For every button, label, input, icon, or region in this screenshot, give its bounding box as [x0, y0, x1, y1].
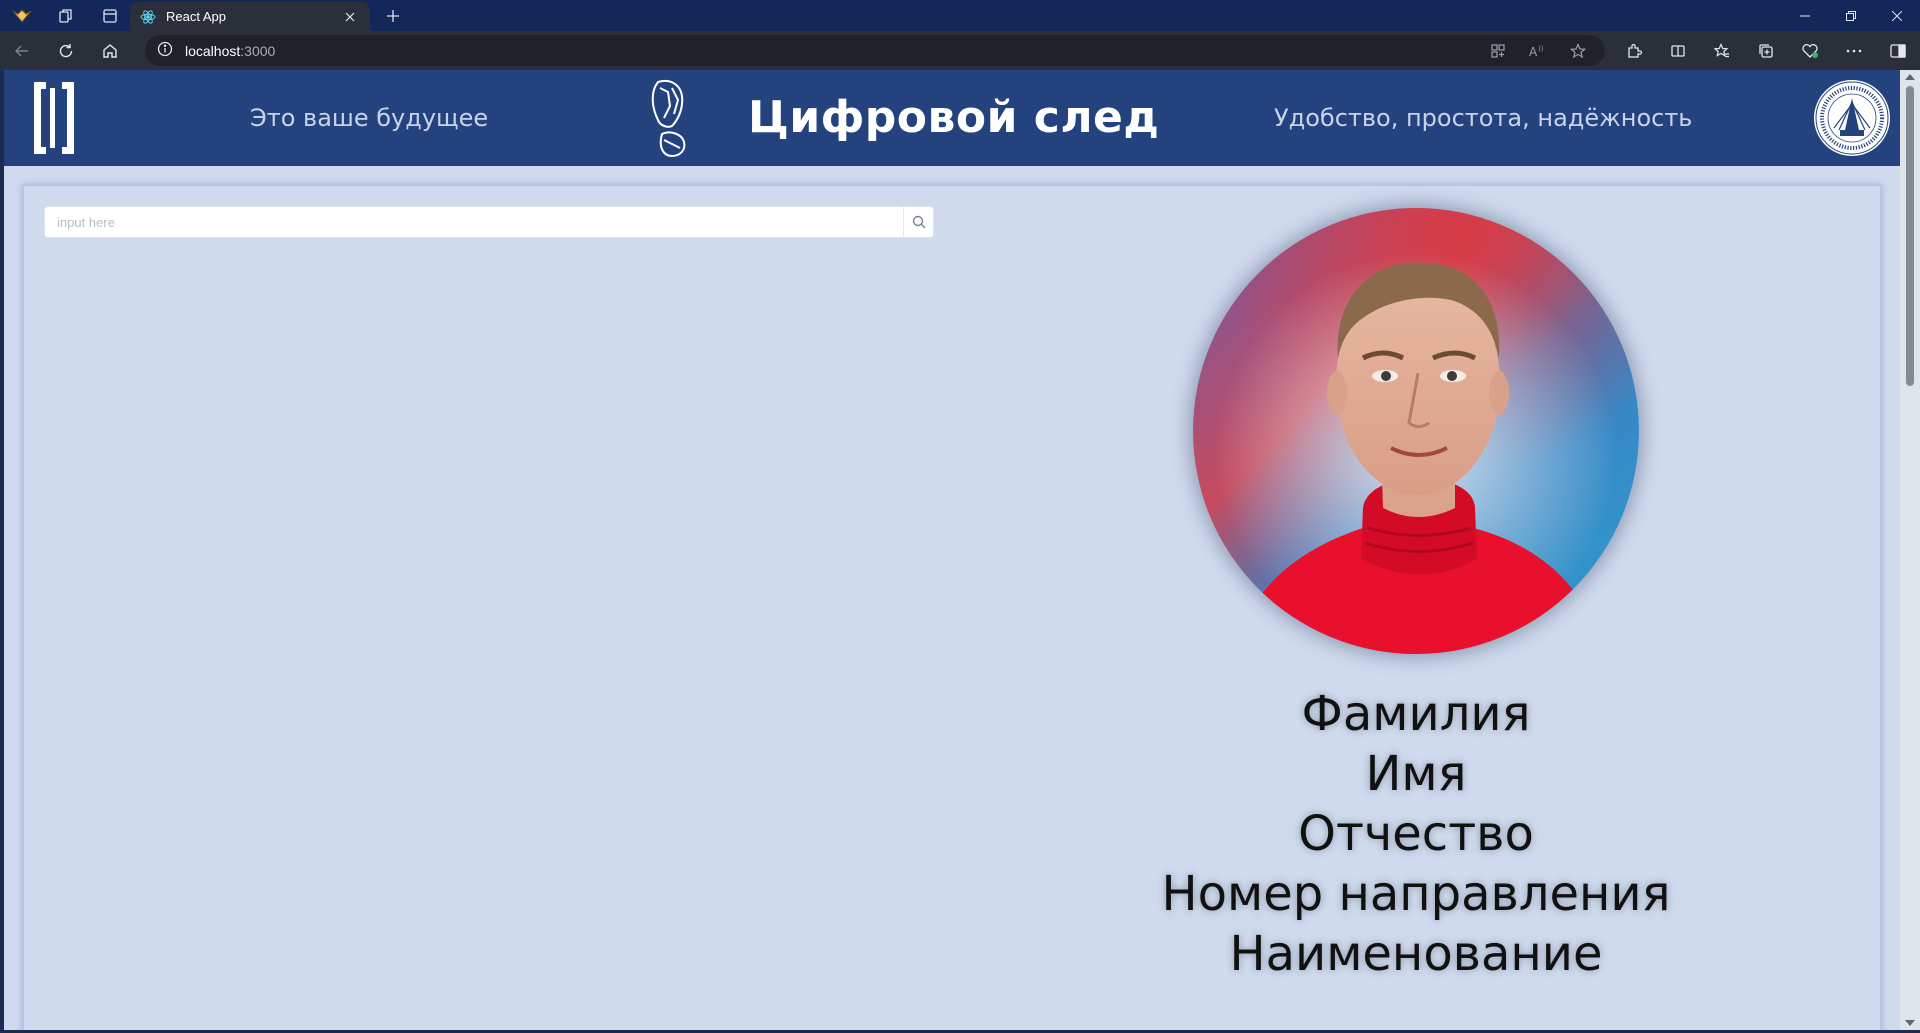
url-host: localhost: [185, 42, 241, 59]
address-toolbar: localhost:3000 A)): [0, 31, 1920, 70]
site-title: Цифровой след: [748, 92, 1160, 143]
tab-react-app[interactable]: React App: [130, 2, 370, 31]
footprint-logo-icon: [651, 80, 686, 158]
url-port: :3000: [240, 42, 276, 59]
page: Это ваше будущее Цифровой след Удобство,…: [4, 70, 1900, 1030]
page-scrollbar[interactable]: [1900, 70, 1920, 1030]
tagline-right: Удобство, простота, надёжность: [1274, 104, 1693, 132]
react-icon: [140, 9, 156, 25]
home-icon[interactable]: [88, 31, 132, 70]
favorite-star-icon[interactable]: [1563, 35, 1593, 66]
university-seal-icon: [1814, 80, 1890, 156]
info-icon[interactable]: [157, 41, 173, 60]
first-name: Имя: [1365, 746, 1467, 802]
direction-name: Наименование: [1229, 926, 1603, 982]
svg-text:)): )): [1538, 45, 1544, 53]
search-bar: [44, 206, 934, 238]
avatar: [1193, 208, 1639, 654]
browser-essentials-icon[interactable]: [1788, 31, 1832, 70]
search-button[interactable]: [903, 207, 933, 237]
close-icon[interactable]: [340, 7, 360, 27]
read-aloud-icon[interactable]: A)): [1523, 35, 1553, 66]
app-available-icon[interactable]: [1483, 35, 1513, 66]
tagline-left: Это ваше будущее: [250, 104, 489, 132]
restore-icon[interactable]: [1828, 0, 1874, 31]
plus-icon[interactable]: [378, 0, 408, 31]
split-screen-icon[interactable]: [1656, 31, 1700, 70]
refresh-icon[interactable]: [44, 31, 88, 70]
sidebar-icon[interactable]: [1876, 31, 1920, 70]
last-name: Фамилия: [1301, 686, 1531, 742]
browser-tab-bar: React App: [0, 0, 1920, 31]
site-header: Это ваше будущее Цифровой след Удобство,…: [4, 70, 1900, 166]
direction-number: Номер направления: [1161, 866, 1671, 922]
favorites-icon[interactable]: [1700, 31, 1744, 70]
patronymic: Отчество: [1298, 806, 1534, 862]
svg-text:A: A: [1529, 45, 1538, 58]
profile-icon[interactable]: [0, 0, 44, 31]
minimize-icon[interactable]: [1782, 0, 1828, 31]
search-input[interactable]: [45, 207, 903, 237]
scroll-up-icon[interactable]: [1905, 72, 1915, 80]
extensions-icon[interactable]: [1612, 31, 1656, 70]
address-bar[interactable]: localhost:3000 A)): [145, 35, 1605, 66]
profile-card: Фамилия Имя Отчество Номер направления Н…: [22, 184, 1882, 1030]
scroll-thumb[interactable]: [1906, 86, 1914, 386]
brackets-logo-icon[interactable]: [30, 78, 78, 158]
collections-icon[interactable]: [1744, 31, 1788, 70]
back-icon[interactable]: [0, 31, 44, 70]
more-icon[interactable]: [1832, 31, 1876, 70]
scroll-down-icon[interactable]: [1905, 1020, 1915, 1028]
vertical-tabs-icon[interactable]: [88, 0, 132, 31]
workspaces-icon[interactable]: [44, 0, 88, 31]
tab-title: React App: [166, 9, 226, 24]
window-close-icon[interactable]: [1874, 0, 1920, 31]
search-icon: [912, 215, 925, 229]
